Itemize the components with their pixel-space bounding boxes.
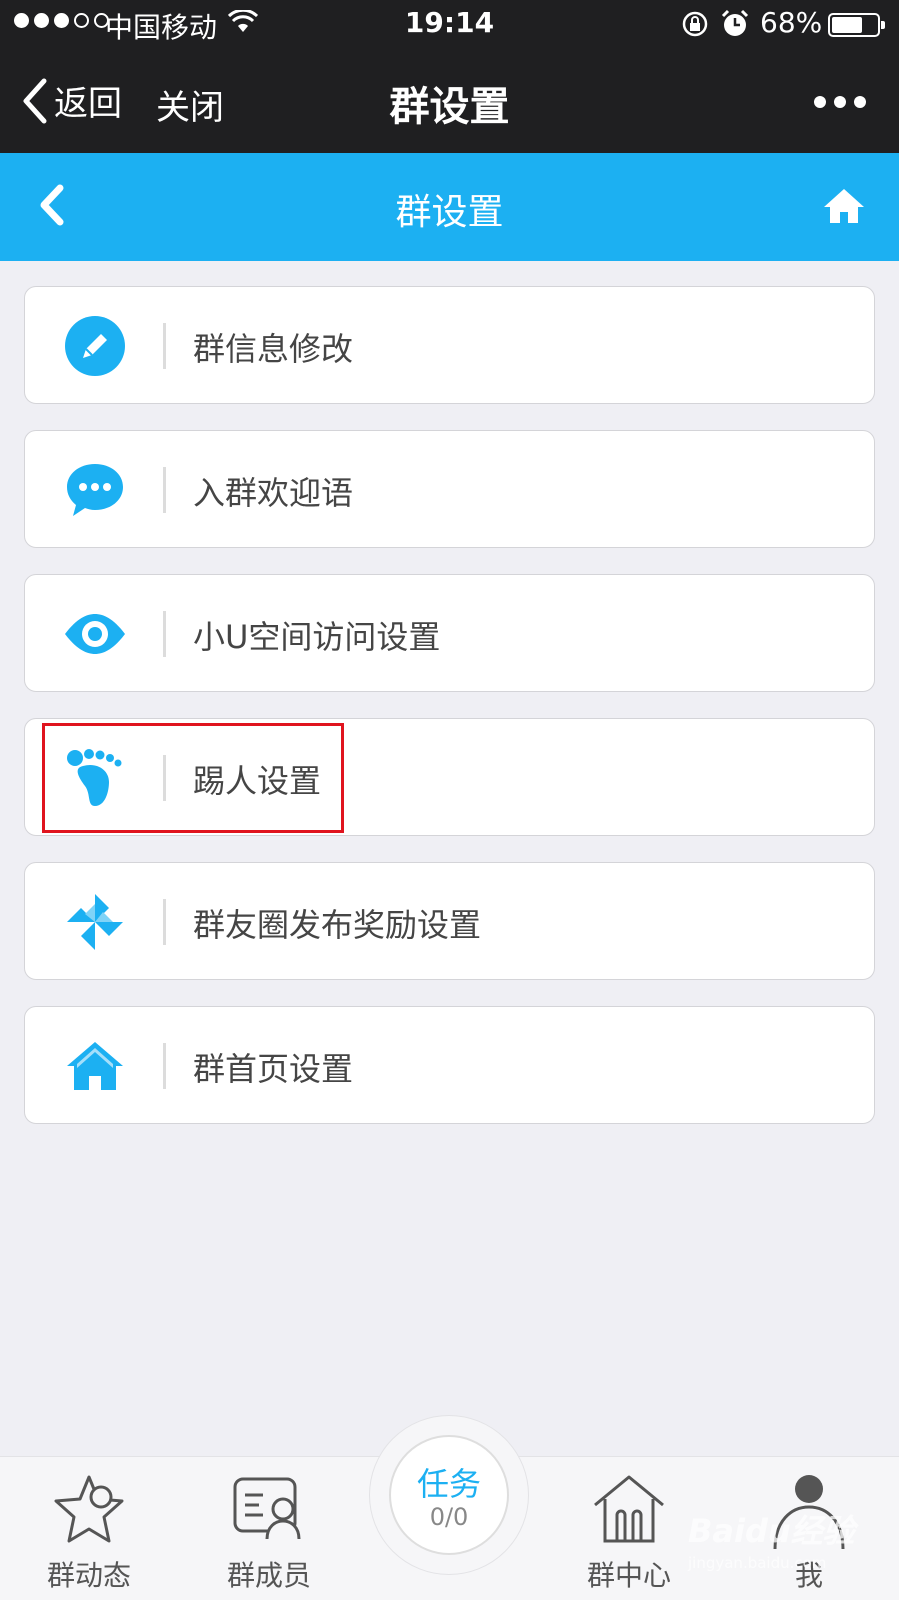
task-circle: 任务 0/0: [389, 1435, 509, 1555]
tab-me[interactable]: 我: [724, 1457, 894, 1600]
more-dots-icon[interactable]: [812, 90, 868, 114]
separator: [163, 323, 166, 369]
battery-fill: [832, 17, 862, 33]
menu-item-label: 踢人设置: [193, 762, 322, 800]
separator: [163, 611, 166, 657]
task-button[interactable]: 任务 0/0: [369, 1415, 529, 1575]
menu-item-label: 群首页设置: [193, 1050, 354, 1088]
menu-item-group-info[interactable]: 群信息修改: [24, 286, 875, 404]
tab-group-feed[interactable]: 群动态: [4, 1457, 174, 1600]
person-icon: [773, 1475, 845, 1550]
task-title: 任务: [416, 1465, 481, 1503]
task-count: 0/0: [429, 1503, 469, 1531]
tab-label: 群成员: [226, 1559, 311, 1592]
menu-item-label: 群友圈发布奖励设置: [193, 906, 482, 944]
tab-label: 群中心: [586, 1559, 671, 1592]
home-icon[interactable]: [822, 186, 866, 226]
eye-icon: [65, 614, 125, 654]
star-icon: [54, 1475, 124, 1543]
menu-item-label: 群信息修改: [193, 330, 354, 368]
header-title: 群设置: [395, 192, 504, 233]
chat-bubble-icon: [67, 464, 123, 516]
member-card-icon: [233, 1477, 301, 1540]
menu-item-label: 入群欢迎语: [193, 474, 354, 512]
house-icon: [67, 1042, 123, 1090]
menu-item-space-access[interactable]: 小U空间访问设置: [24, 574, 875, 692]
status-bar: 中国移动 19:14 68%: [0, 0, 899, 50]
menu-item-post-reward[interactable]: 群友圈发布奖励设置: [24, 862, 875, 980]
tab-group-center[interactable]: 群中心: [544, 1457, 714, 1600]
wechat-nav-bar: 返回 关闭 群设置: [0, 50, 899, 153]
pencil-icon: [65, 316, 125, 376]
separator: [163, 899, 166, 945]
separator: [163, 467, 166, 513]
rotation-lock-icon: [682, 11, 708, 37]
tab-label: 群动态: [46, 1559, 131, 1592]
tab-group-members[interactable]: 群成员: [184, 1457, 354, 1600]
footprint-icon: [67, 749, 122, 806]
battery-percent: 68%: [760, 6, 823, 39]
tab-label: 我: [794, 1559, 823, 1592]
menu-item-kick-settings[interactable]: 踢人设置: [24, 718, 875, 836]
menu-item-label: 小U空间访问设置: [193, 618, 441, 656]
battery-icon: [828, 13, 885, 37]
alarm-icon: [721, 9, 749, 36]
separator: [163, 1043, 166, 1089]
menu-item-welcome-message[interactable]: 入群欢迎语: [24, 430, 875, 548]
page-title: 群设置: [389, 84, 510, 130]
menu-item-homepage-settings[interactable]: 群首页设置: [24, 1006, 875, 1124]
separator: [163, 755, 166, 801]
settings-menu: 群信息修改 入群欢迎语 小U空间访问设置 踢人设置 群友圈发布奖励设置 群首页设…: [24, 286, 875, 1150]
pinwheel-icon: [67, 894, 123, 950]
app-header: 群设置: [0, 153, 899, 261]
group-center-icon: [594, 1475, 664, 1543]
